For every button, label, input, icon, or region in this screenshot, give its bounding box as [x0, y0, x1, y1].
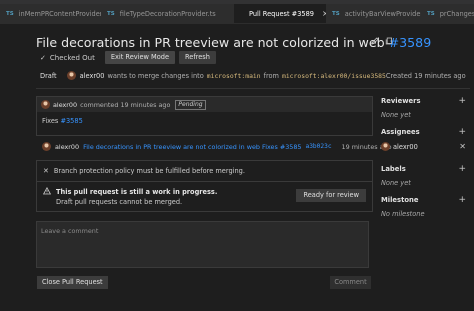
branch-protection-text: Branch protection policy must be fulfill… — [53, 167, 245, 175]
draft-state-label: Draft — [40, 71, 57, 80]
checked-out-label: Checked Out — [49, 53, 95, 62]
avatar — [42, 142, 51, 151]
editor-tab-bar: TS inMemPRContentProvider.ts TS fileType… — [0, 0, 474, 24]
tab-prchanges[interactable]: TS prChangesT — [421, 4, 474, 23]
commit-row: alexr00 File decorations in PR treeview … — [38, 141, 392, 152]
tab-label: prChangesT — [439, 9, 474, 18]
merge-text: wants to merge changes into — [107, 71, 204, 80]
wip-row: This pull request is still a work in pro… — [42, 186, 218, 197]
check-icon: ✓ — [40, 53, 46, 62]
assignees-heading: Assignees — [381, 128, 420, 136]
tab-label: fileTypeDecorationProvider.ts — [119, 9, 216, 18]
reviewers-value: None yet — [381, 111, 411, 119]
comment-time: commented 19 minutes ago — [80, 100, 171, 109]
pr-actions-row: ✓ Checked Out Exit Review Mode Refresh — [40, 51, 216, 64]
wip-subtext-row: Draft pull requests cannot be merged. — [56, 197, 182, 207]
tab-label: Pull Request #3589 — [249, 9, 314, 18]
comment-card: alexr00 commented 19 minutes ago Pending… — [36, 96, 373, 136]
pr-meta-row: Draft alexr00 wants to merge changes int… — [40, 70, 466, 81]
wip-title: This pull request is still a work in pro… — [56, 188, 218, 196]
tab-activitybar-provider[interactable]: TS activityBarViewProvider.ts — [326, 4, 427, 23]
remove-assignee-icon[interactable]: ✕ — [459, 142, 466, 151]
target-branch: microsoft:main — [206, 71, 261, 80]
comment-header: alexr00 commented 19 minutes ago Pending — [37, 97, 372, 112]
warning-icon — [42, 186, 52, 197]
commit-message-link[interactable]: File decorations in PR treeview are not … — [83, 143, 301, 151]
milestone-heading: Milestone — [381, 196, 419, 204]
milestone-value: No milestone — [381, 210, 425, 218]
comment-button[interactable]: Comment — [330, 276, 371, 289]
typescript-icon: TS — [427, 10, 435, 17]
comment-body: Fixes #3585 — [37, 112, 372, 130]
labels-heading: Labels — [381, 165, 406, 173]
milestone-section: Milestone + No milestone — [381, 195, 466, 218]
wip-subtext: Draft pull requests cannot be merged. — [56, 198, 183, 206]
branch-protection-row: ✕ Branch protection policy must be fulfi… — [43, 165, 245, 177]
pr-title-text: File decorations in PR treeview are not … — [36, 35, 385, 50]
header-divider — [36, 88, 470, 89]
comment-placeholder: Leave a comment — [41, 227, 99, 235]
status-divider — [37, 181, 372, 182]
assignees-section: Assignees + alexr00 ✕ — [381, 127, 466, 151]
pr-number-link[interactable]: #3589 — [389, 35, 432, 50]
comment-author[interactable]: alexr00 — [53, 101, 77, 109]
author-name[interactable]: alexr00 — [80, 72, 105, 80]
checked-out-status: ✓ Checked Out — [40, 54, 101, 62]
labels-value: None yet — [381, 179, 411, 187]
add-label-icon[interactable]: + — [458, 164, 466, 174]
refresh-button[interactable]: Refresh — [179, 51, 216, 64]
merge-status-panel: ✕ Branch protection policy must be fulfi… — [36, 160, 373, 212]
copy-icon[interactable] — [385, 37, 393, 47]
comment-prefix: Fixes — [42, 117, 59, 125]
typescript-icon: TS — [6, 10, 14, 17]
comment-textarea[interactable]: Leave a comment — [36, 221, 369, 268]
typescript-icon: TS — [107, 10, 115, 17]
labels-section: Labels + None yet — [381, 164, 466, 187]
close-icon: ✕ — [43, 167, 49, 175]
assignee-name[interactable]: alexr00 — [393, 143, 418, 151]
commit-author[interactable]: alexr00 — [55, 143, 79, 151]
from-text: from — [263, 71, 279, 80]
created-time: Created 19 minutes ago — [385, 71, 466, 80]
tab-inmem-provider[interactable]: TS inMemPRContentProvider.ts — [0, 4, 107, 23]
close-pull-request-button[interactable]: Close Pull Request — [37, 276, 108, 289]
source-branch: microsoft:alexr00/issue3585 — [281, 71, 386, 80]
pencil-icon[interactable] — [371, 37, 379, 47]
avatar — [66, 71, 76, 80]
add-reviewer-icon[interactable]: + — [458, 96, 466, 106]
ready-for-review-button[interactable]: Ready for review — [296, 189, 366, 202]
add-milestone-icon[interactable]: + — [458, 195, 466, 205]
reviewers-section: Reviewers + None yet — [381, 96, 466, 119]
issue-link[interactable]: #3585 — [60, 117, 82, 125]
typescript-icon: TS — [332, 10, 340, 17]
add-assignee-icon[interactable]: + — [458, 127, 466, 137]
tab-filetype-decoration[interactable]: TS fileTypeDecorationProvider.ts — [101, 4, 240, 23]
tab-pull-request[interactable]: Pull Request #3589 × — [234, 4, 341, 23]
avatar — [381, 142, 390, 151]
tab-label: activityBarViewProvider.ts — [344, 9, 427, 18]
pending-badge: Pending — [175, 99, 206, 110]
avatar — [41, 100, 50, 109]
exit-review-mode-button[interactable]: Exit Review Mode — [104, 51, 175, 64]
reviewers-heading: Reviewers — [381, 97, 421, 105]
tab-label: inMemPRContentProvider.ts — [18, 9, 107, 18]
commit-sha-link[interactable]: a3b023c — [305, 143, 331, 150]
